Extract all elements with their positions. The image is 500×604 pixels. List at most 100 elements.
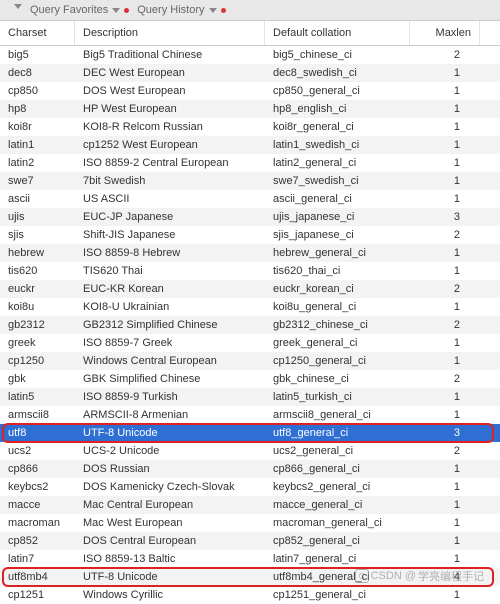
table-row[interactable]: hp8HP West Europeanhp8_english_ci1	[0, 100, 500, 118]
cell-maxlen: 2	[410, 443, 480, 459]
table-row[interactable]: gbkGBK Simplified Chinesegbk_chinese_ci2	[0, 370, 500, 388]
cell-maxlen: 1	[410, 119, 480, 135]
table-row[interactable]: hebrewISO 8859-8 Hebrewhebrew_general_ci…	[0, 244, 500, 262]
cell-collation: utf8_general_ci	[265, 425, 410, 441]
cell-charset: sjis	[0, 227, 75, 243]
table-row[interactable]: gb2312GB2312 Simplified Chinesegb2312_ch…	[0, 316, 500, 334]
table-row[interactable]: utf8mb4UTF-8 Unicodeutf8mb4_general_ci4	[0, 568, 500, 586]
table-row[interactable]: ujisEUC-JP Japaneseujis_japanese_ci3	[0, 208, 500, 226]
table-row[interactable]: latin2ISO 8859-2 Central Europeanlatin2_…	[0, 154, 500, 172]
cell-maxlen: 1	[410, 461, 480, 477]
cell-description: US ASCII	[75, 191, 265, 207]
query-history-dropdown[interactable]: Query History	[137, 4, 225, 16]
cell-maxlen: 3	[410, 425, 480, 441]
cell-description: Big5 Traditional Chinese	[75, 47, 265, 63]
cell-maxlen: 1	[410, 65, 480, 81]
cell-charset: cp850	[0, 83, 75, 99]
cell-description: DEC West European	[75, 65, 265, 81]
cell-maxlen: 1	[410, 497, 480, 513]
table-row[interactable]: latin5ISO 8859-9 Turkishlatin5_turkish_c…	[0, 388, 500, 406]
cell-description: UTF-8 Unicode	[75, 569, 265, 585]
table-row[interactable]: tis620TIS620 Thaitis620_thai_ci1	[0, 262, 500, 280]
cell-description: ISO 8859-8 Hebrew	[75, 245, 265, 261]
column-maxlen[interactable]: Maxlen	[410, 21, 480, 45]
cell-maxlen: 1	[410, 173, 480, 189]
table-row[interactable]: latin1cp1252 West Europeanlatin1_swedish…	[0, 136, 500, 154]
cell-description: ISO 8859-9 Turkish	[75, 389, 265, 405]
cell-charset: cp852	[0, 533, 75, 549]
cell-collation: keybcs2_general_ci	[265, 479, 410, 495]
cell-collation: koi8u_general_ci	[265, 299, 410, 315]
cell-maxlen: 1	[410, 299, 480, 315]
column-description[interactable]: Description	[75, 21, 265, 45]
cell-maxlen: 1	[410, 335, 480, 351]
table-row[interactable]: macceMac Central Europeanmacce_general_c…	[0, 496, 500, 514]
table-row[interactable]: cp852DOS Central Europeancp852_general_c…	[0, 532, 500, 550]
table-row[interactable]: cp1250Windows Central Europeancp1250_gen…	[0, 352, 500, 370]
table-header: Charset Description Default collation Ma…	[0, 21, 500, 46]
cell-collation: armscii8_general_ci	[265, 407, 410, 423]
cell-description: 7bit Swedish	[75, 173, 265, 189]
cell-charset: macce	[0, 497, 75, 513]
cell-charset: swe7	[0, 173, 75, 189]
cell-description: ARMSCII-8 Armenian	[75, 407, 265, 423]
cell-collation: ucs2_general_ci	[265, 443, 410, 459]
table-row[interactable]: asciiUS ASCIIascii_general_ci1	[0, 190, 500, 208]
cell-description: EUC-KR Korean	[75, 281, 265, 297]
table-row[interactable]: armscii8ARMSCII-8 Armenianarmscii8_gener…	[0, 406, 500, 424]
query-favorites-dropdown[interactable]: Query Favorites	[30, 4, 129, 16]
cell-description: KOI8-R Relcom Russian	[75, 119, 265, 135]
table-row[interactable]: cp850DOS West Europeancp850_general_ci1	[0, 82, 500, 100]
indicator-dot-icon	[221, 8, 226, 13]
cell-description: DOS Kamenicky Czech-Slovak	[75, 479, 265, 495]
cell-collation: koi8r_general_ci	[265, 119, 410, 135]
cell-charset: koi8r	[0, 119, 75, 135]
cell-collation: cp850_general_ci	[265, 83, 410, 99]
column-collation[interactable]: Default collation	[265, 21, 410, 45]
cell-description: ISO 8859-13 Baltic	[75, 551, 265, 567]
cell-description: GB2312 Simplified Chinese	[75, 317, 265, 333]
cell-collation: cp866_general_ci	[265, 461, 410, 477]
cell-maxlen: 2	[410, 281, 480, 297]
table-row[interactable]: greekISO 8859-7 Greekgreek_general_ci1	[0, 334, 500, 352]
cell-maxlen: 1	[410, 353, 480, 369]
cell-collation: latin2_general_ci	[265, 155, 410, 171]
cell-collation: ujis_japanese_ci	[265, 209, 410, 225]
table-row[interactable]: koi8uKOI8-U Ukrainiankoi8u_general_ci1	[0, 298, 500, 316]
cell-collation: hebrew_general_ci	[265, 245, 410, 261]
cell-charset: ucs2	[0, 443, 75, 459]
cell-maxlen: 1	[410, 587, 480, 603]
cell-charset: cp1251	[0, 587, 75, 603]
table-row[interactable]: latin7ISO 8859-13 Balticlatin7_general_c…	[0, 550, 500, 568]
cell-maxlen: 1	[410, 83, 480, 99]
cell-maxlen: 1	[410, 101, 480, 117]
table-row[interactable]: keybcs2DOS Kamenicky Czech-Slovakkeybcs2…	[0, 478, 500, 496]
table-row[interactable]: sjisShift-JIS Japanesesjis_japanese_ci2	[0, 226, 500, 244]
cell-collation: cp852_general_ci	[265, 533, 410, 549]
query-history-label: Query History	[137, 4, 204, 16]
table-row[interactable]: ucs2UCS-2 Unicodeucs2_general_ci2	[0, 442, 500, 460]
cell-description: ISO 8859-7 Greek	[75, 335, 265, 351]
table-row[interactable]: macromanMac West Europeanmacroman_genera…	[0, 514, 500, 532]
cell-description: KOI8-U Ukrainian	[75, 299, 265, 315]
table-row[interactable]: swe77bit Swedishswe7_swedish_ci1	[0, 172, 500, 190]
table-row[interactable]: koi8rKOI8-R Relcom Russiankoi8r_general_…	[0, 118, 500, 136]
cell-description: Mac Central European	[75, 497, 265, 513]
cell-maxlen: 1	[410, 191, 480, 207]
cell-collation: gb2312_chinese_ci	[265, 317, 410, 333]
table-row[interactable]: cp1251Windows Cyrilliccp1251_general_ci1	[0, 586, 500, 604]
table-row[interactable]: utf8UTF-8 Unicodeutf8_general_ci3	[0, 424, 500, 442]
table-row[interactable]: euckrEUC-KR Koreaneuckr_korean_ci2	[0, 280, 500, 298]
cell-maxlen: 4	[410, 569, 480, 585]
cell-maxlen: 1	[410, 479, 480, 495]
column-charset[interactable]: Charset	[0, 21, 75, 45]
cell-charset: latin7	[0, 551, 75, 567]
cell-charset: ujis	[0, 209, 75, 225]
table-row[interactable]: cp866DOS Russiancp866_general_ci1	[0, 460, 500, 478]
table-row[interactable]: dec8DEC West Europeandec8_swedish_ci1	[0, 64, 500, 82]
cell-charset: ascii	[0, 191, 75, 207]
table-row[interactable]: big5Big5 Traditional Chinesebig5_chinese…	[0, 46, 500, 64]
cell-charset: utf8	[0, 425, 75, 441]
cell-charset: dec8	[0, 65, 75, 81]
cell-maxlen: 1	[410, 245, 480, 261]
